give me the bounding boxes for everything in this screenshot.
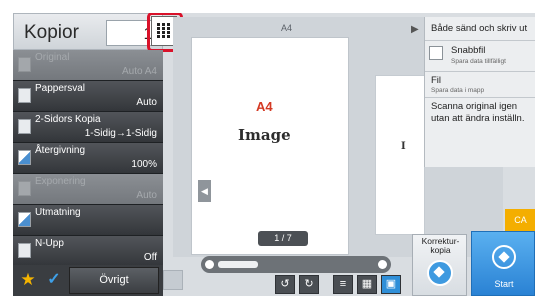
grid-view-icon[interactable]: ▦ <box>357 275 377 294</box>
clear-all-button[interactable]: CA <box>505 209 535 231</box>
function-original: Original Auto A4 <box>13 50 163 81</box>
function-label: Pappersval <box>35 83 86 94</box>
page-scrollbar[interactable] <box>201 256 391 273</box>
page-view-icon[interactable]: ▣ <box>381 275 401 294</box>
function-ratio[interactable]: Återgivning 100% <box>13 143 163 174</box>
star-icon[interactable]: ★ <box>17 268 39 292</box>
checkbox[interactable] <box>429 46 443 60</box>
page-a4-label: A4 <box>256 99 273 114</box>
function-label: 2-Sidors Kopia <box>35 114 101 125</box>
menu-item-title: Fil <box>431 75 442 86</box>
rotate-left-icon[interactable]: ↺ <box>275 275 295 294</box>
menu-item-file[interactable]: Fil Spara data i mapp <box>425 72 535 98</box>
menu-item-rescan[interactable]: Scanna original igen utan att ändra inst… <box>425 98 535 132</box>
menu-item-title: Både sänd och skriv ut <box>431 23 528 34</box>
check-icon[interactable]: ✓ <box>43 268 65 292</box>
function-output[interactable]: Utmatning <box>13 205 163 236</box>
collapse-arrow-icon[interactable]: ◀ <box>198 180 211 202</box>
menu-arrow-icon[interactable]: ▶ <box>411 17 423 43</box>
scroll-left-icon[interactable] <box>205 260 214 269</box>
menu-item-title: Snabbfil <box>451 45 486 56</box>
scroll-right-icon[interactable] <box>378 260 387 269</box>
function-value: Auto <box>136 190 157 201</box>
function-value: Auto A4 <box>121 66 157 77</box>
function-label: Original <box>35 52 70 63</box>
action-menu: Både sänd och skriv ut Snabbfil Spara da… <box>424 17 535 167</box>
exposure-icon <box>18 181 31 196</box>
menu-item-print-and-send[interactable]: Både sänd och skriv ut <box>425 17 535 41</box>
n-up-icon <box>18 243 31 258</box>
function-paper-select[interactable]: Pappersval Auto <box>13 81 163 112</box>
menu-item-sub: Spara data i mapp <box>431 87 485 94</box>
program-icon[interactable] <box>163 270 183 290</box>
page-counter: 1 / 7 <box>258 231 308 246</box>
proof-copy-label: Korrektur-kopia <box>421 236 460 255</box>
proof-copy-button[interactable]: Korrektur-kopia <box>412 234 467 296</box>
function-value: 1-Sidig→1-Sidig <box>84 128 157 139</box>
ratio-icon <box>18 150 31 165</box>
page-image-text: Image <box>238 126 291 144</box>
function-exposure: Exponering Auto <box>13 174 163 205</box>
start-icon <box>492 245 516 269</box>
page-title: Kopior <box>24 22 79 43</box>
function-value: Off <box>143 252 157 263</box>
rotate-right-icon[interactable]: ↻ <box>299 275 319 294</box>
function-value: Auto <box>136 97 157 108</box>
start-label: Start <box>494 279 514 289</box>
function-label: Utmatning <box>35 207 81 218</box>
function-duplex[interactable]: 2-Sidors Kopia 1-Sidig→1-Sidig <box>13 112 163 143</box>
function-label: Exponering <box>35 176 86 187</box>
function-n-up[interactable]: N-Upp Off <box>13 236 163 267</box>
bottom-bar: ★ ✓ Övrigt <box>13 265 163 296</box>
function-value: 100% <box>131 159 157 170</box>
menu-item-quick-file[interactable]: Snabbfil Spara data tillfälligt <box>425 41 535 72</box>
function-label: Återgivning <box>35 145 86 156</box>
paper-icon <box>18 88 31 103</box>
start-button[interactable]: Start <box>471 231 535 296</box>
duplex-icon <box>18 119 31 134</box>
menu-item-title: Scanna original igen utan att ändra inst… <box>431 101 525 124</box>
preview-page[interactable]: A4 Image <box>191 37 349 255</box>
copier-panel: Kopior 1 Original Auto A4 Pappersval Aut… <box>13 13 535 296</box>
proof-start-icon <box>427 260 453 286</box>
next-page-text: I <box>401 141 406 152</box>
output-icon <box>18 212 31 227</box>
menu-item-sub: Spara data tillfälligt <box>451 58 506 65</box>
paper-size-label: A4 <box>281 23 293 33</box>
list-view-icon[interactable]: ≡ <box>333 275 353 294</box>
mode-header: Kopior 1 <box>13 13 163 50</box>
scroll-thumb[interactable] <box>218 261 258 268</box>
function-label: N-Upp <box>35 238 64 249</box>
preview-next-page[interactable] <box>375 75 425 235</box>
original-icon <box>18 57 31 72</box>
ovrigt-button[interactable]: Övrigt <box>69 267 159 294</box>
